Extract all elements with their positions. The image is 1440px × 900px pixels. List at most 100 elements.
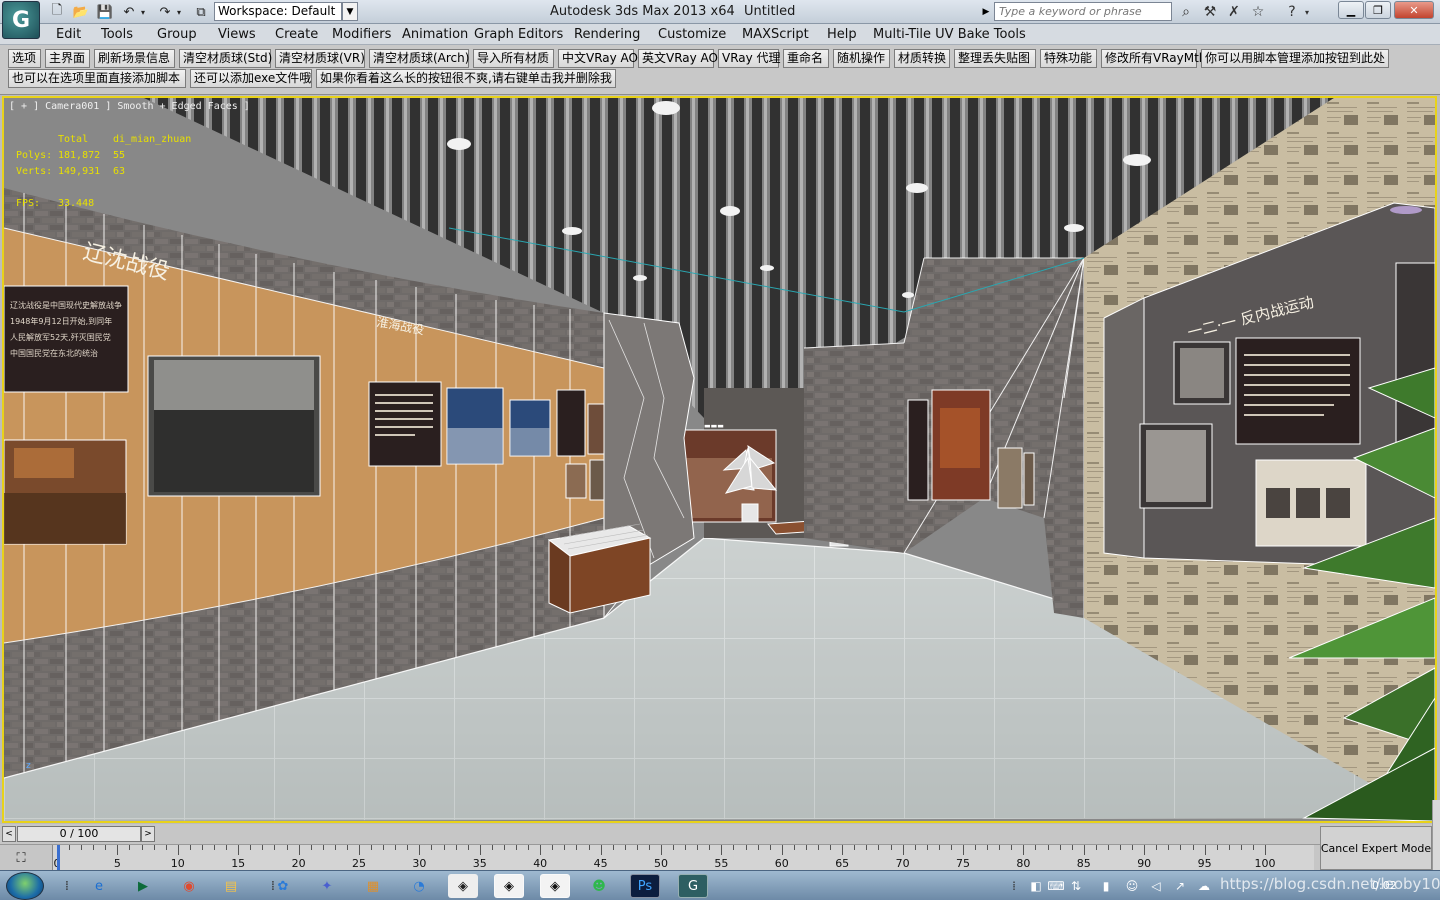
menu-graph-editors[interactable]: Graph Editors	[474, 27, 563, 42]
binoculars-icon[interactable]: ⌕	[1177, 3, 1195, 21]
menu-edit[interactable]: Edit	[56, 27, 81, 42]
save-icon[interactable]: 💾	[96, 3, 114, 21]
script-button[interactable]: 随机操作	[833, 49, 890, 68]
time-slider-next-icon[interactable]: >	[141, 826, 155, 842]
script-button[interactable]: 你可以用脚本管理添加按钮到此处	[1201, 49, 1389, 68]
frame-tick	[93, 845, 95, 850]
frame-tick-label: 30	[412, 857, 427, 870]
menu-create[interactable]: Create	[275, 27, 318, 42]
search-expand-icon[interactable]: ▶	[980, 2, 992, 21]
ceiling-light	[652, 101, 680, 115]
help-dropdown-icon[interactable]: ▾	[1302, 3, 1312, 21]
app-icon[interactable]: ✦	[312, 874, 342, 898]
search-input[interactable]: Type a keyword or phrase	[994, 2, 1172, 21]
script-button[interactable]: 中文VRay AO	[558, 49, 638, 68]
workspace-dropdown-arrow-icon[interactable]: ▼	[342, 2, 358, 21]
help-icon[interactable]: ?	[1283, 3, 1301, 21]
script-button[interactable]: 选项	[8, 49, 41, 68]
undo-icon[interactable]: ↶	[120, 3, 138, 21]
chrome-icon[interactable]: ◉	[174, 874, 204, 898]
project-folder-icon[interactable]: ⧉	[192, 3, 210, 21]
scrollbar[interactable]	[1432, 800, 1440, 870]
script-button[interactable]: 刷新场景信息	[94, 49, 175, 68]
start-button[interactable]	[6, 872, 44, 900]
axis-z-label: z	[26, 761, 31, 771]
app-icon[interactable]: ▶	[128, 874, 158, 898]
current-frame-marker[interactable]	[57, 845, 60, 871]
tray-icon[interactable]: ⇅	[1068, 878, 1084, 894]
minimize-button[interactable]: ▁	[1338, 1, 1364, 19]
app-logo-icon[interactable]: G	[2, 1, 40, 39]
show-desktop-grip-icon[interactable]: ⁞	[52, 874, 82, 898]
undo-dropdown-icon[interactable]: ▾	[138, 3, 148, 21]
workspace-dropdown[interactable]: Workspace: Default	[214, 2, 342, 21]
menu-animation[interactable]: Animation	[402, 27, 468, 42]
script-button[interactable]: 特殊功能	[1040, 49, 1097, 68]
subscription-icon[interactable]: ⚒	[1201, 3, 1219, 21]
app-icon[interactable]: ◔	[404, 874, 434, 898]
time-slider-prev-icon[interactable]: <	[2, 826, 16, 842]
script-button[interactable]: 清空材质球(Arch)	[369, 49, 469, 68]
wechat-icon[interactable]: ☻	[584, 874, 614, 898]
menu-multi-tile-uv-bake-tools[interactable]: Multi-Tile UV Bake Tools	[873, 27, 1026, 42]
script-button[interactable]: 主界面	[45, 49, 90, 68]
menu-views[interactable]: Views	[218, 27, 256, 42]
script-button[interactable]: 清空材质球(VR)	[275, 49, 365, 68]
script-button[interactable]: 还可以添加exe文件哦	[190, 69, 312, 88]
text-panel	[1235, 337, 1361, 445]
stats-verts-total: 149,931	[58, 166, 101, 177]
unity-icon[interactable]: ◈	[448, 874, 478, 898]
ie-browser-icon[interactable]: e	[84, 874, 114, 898]
menu-maxscript[interactable]: MAXScript	[742, 27, 809, 42]
tray-icon[interactable]: ☁	[1196, 878, 1212, 894]
script-button[interactable]: 整理丢失贴图	[954, 49, 1036, 68]
unity-icon[interactable]: ◈	[494, 874, 524, 898]
system-clock[interactable]: 0:02	[1372, 879, 1397, 892]
viewport-label[interactable]: [ + ] Camera001 ] Smooth + Edged Faces ]	[9, 101, 250, 112]
explorer-folder-icon[interactable]: ▤	[216, 874, 246, 898]
battery-icon[interactable]: ▮	[1098, 878, 1114, 894]
menu-help[interactable]: Help	[827, 27, 857, 42]
time-slider[interactable]: 0 / 100	[17, 826, 141, 842]
redo-dropdown-icon[interactable]: ▾	[174, 3, 184, 21]
frame-tick	[1011, 845, 1013, 850]
app-icon[interactable]: ▦	[358, 874, 388, 898]
tray-icon[interactable]: ◁	[1148, 878, 1164, 894]
tray-icon[interactable]: ◧	[1028, 878, 1044, 894]
script-button[interactable]: 英文VRay AO	[638, 49, 718, 68]
app-icon[interactable]: ✿	[268, 874, 298, 898]
cancel-expert-mode-button[interactable]: Cancel Expert Mode	[1320, 826, 1432, 870]
keyboard-icon[interactable]: ⌨	[1047, 878, 1064, 894]
photoshop-icon[interactable]: Ps	[630, 874, 660, 898]
frame-tick	[685, 845, 687, 850]
qq-icon[interactable]: ☺	[1124, 878, 1140, 894]
script-button[interactable]: 清空材质球(Std)	[179, 49, 272, 68]
close-button[interactable]: ✕	[1394, 1, 1434, 19]
redo-icon[interactable]: ↷	[156, 3, 174, 21]
open-file-icon[interactable]: 📂	[72, 3, 90, 21]
frame-ruler[interactable]: 0510152025303540455055606570758085909510…	[52, 845, 1314, 871]
menu-rendering[interactable]: Rendering	[574, 27, 640, 42]
script-button[interactable]: 如果你看着这么长的按钮很不爽,请右键单击我并删除我	[316, 69, 616, 88]
menu-customize[interactable]: Customize	[658, 27, 726, 42]
tray-icon[interactable]: ↗	[1172, 878, 1188, 894]
communication-icon[interactable]: ✗	[1225, 3, 1243, 21]
script-button[interactable]: VRay 代理	[718, 49, 781, 68]
frame-tick	[153, 845, 155, 850]
script-button[interactable]: 导入所有材质	[473, 49, 554, 68]
script-button[interactable]: 修改所有VRayMtl	[1101, 49, 1202, 68]
script-button[interactable]: 重命名	[783, 49, 829, 68]
curve-editor-icon[interactable]: ⛶	[10, 849, 32, 867]
menu-group[interactable]: Group	[157, 27, 197, 42]
camera-viewport[interactable]: 辽沈战役是中国现代史解放战争 1948年9月12日开始,到同年 人民解放军52天…	[2, 96, 1437, 823]
3dsmax-icon[interactable]: G	[678, 874, 708, 898]
frame-tick-label: 65	[835, 857, 850, 870]
favorites-star-icon[interactable]: ☆	[1249, 3, 1267, 21]
restore-button[interactable]: ❐	[1365, 1, 1391, 19]
unity-icon[interactable]: ◈	[540, 874, 570, 898]
new-file-icon[interactable]: 🗋	[48, 3, 66, 21]
script-button[interactable]: 也可以在选项里面直接添加脚本	[8, 69, 186, 88]
menu-modifiers[interactable]: Modifiers	[332, 27, 391, 42]
menu-tools[interactable]: Tools	[101, 27, 133, 42]
script-button[interactable]: 材质转换	[894, 49, 950, 68]
